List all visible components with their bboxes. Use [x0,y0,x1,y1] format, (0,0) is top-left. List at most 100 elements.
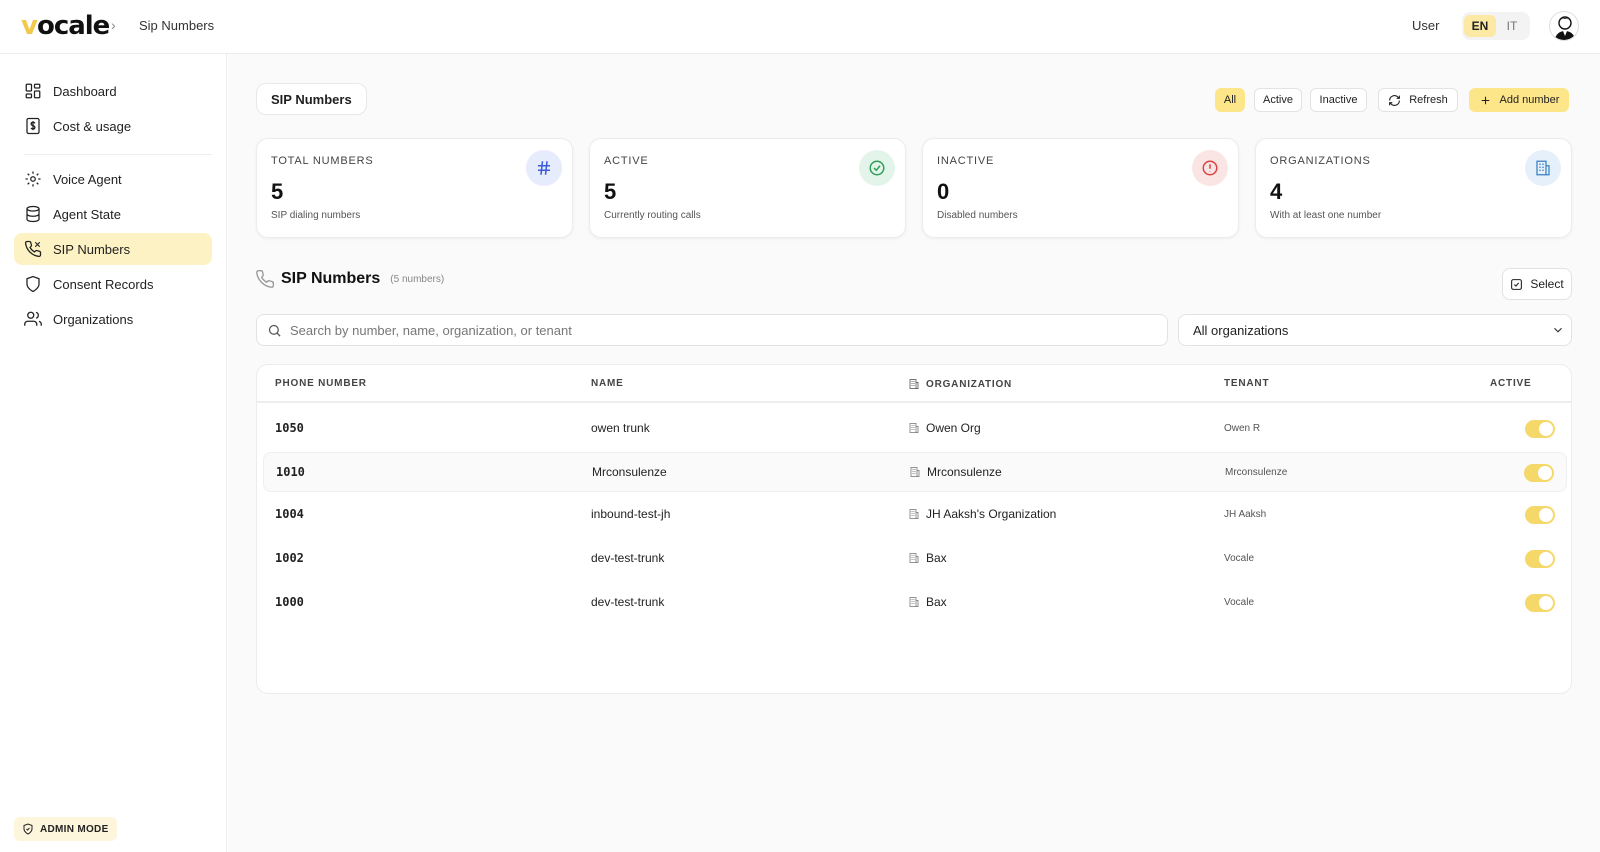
row-organization: Bax [908,595,947,609]
organization-name: Owen Org [926,421,981,435]
row-tenant: Owen R [1224,423,1261,434]
select-button[interactable]: Select [1502,268,1572,300]
sidebar-item-label: Organizations [53,311,134,327]
breadcrumb[interactable]: Sip Numbers [139,18,214,33]
top-bar: vocale › Sip Numbers User EN IT [0,0,1600,54]
card-sub: SIP dialing numbers [271,210,361,221]
sidebar-item-voice-agent[interactable]: Voice Agent [14,163,212,195]
card-value: 5 [604,179,617,204]
alert-circle-icon [1192,150,1228,186]
column-tenant[interactable]: TENANT [1224,378,1269,389]
building-icon [1525,150,1561,186]
row-organization: Bax [908,551,947,565]
card-sub: Currently routing calls [604,210,701,221]
active-toggle[interactable] [1525,506,1555,524]
active-toggle[interactable] [1525,420,1555,438]
organization-filter-value: All organizations [1193,322,1289,338]
active-toggle[interactable] [1524,464,1554,482]
card-label: TOTAL NUMBERS [271,155,374,167]
sidebar-item-consent-records[interactable]: Consent Records [14,268,212,300]
organization-name: JH Aaksh's Organization [926,507,1057,521]
table-row[interactable]: 1050 owen trunk Owen Org Owen R [263,409,1567,449]
building-icon [909,553,919,563]
user-label: User [1412,18,1440,33]
column-phone-number[interactable]: PHONE NUMBER [275,378,367,389]
card-sub: With at least one number [1270,210,1382,221]
active-toggle[interactable] [1525,550,1555,568]
dollar-icon [26,117,40,135]
building-icon [909,379,919,389]
card-sub: Disabled numbers [937,210,1018,221]
row-organization: Owen Org [908,421,981,435]
phone-icon [24,240,42,258]
language-it-button[interactable]: IT [1496,15,1528,37]
building-icon [909,509,919,519]
refresh-label: Refresh [1409,94,1448,106]
table-header: PHONE NUMBER NAME ORGANIZATION TENANT AC… [257,365,1571,403]
card-value: 5 [271,179,284,204]
row-name: Mrconsulenze [592,465,667,479]
table-row[interactable]: 1010 Mrconsulenze Mrconsulenze Mrconsule… [263,452,1567,492]
check-circle-icon [859,150,895,186]
stat-card-inactive: INACTIVE 0 Disabled numbers [922,138,1239,238]
select-label: Select [1530,277,1564,291]
row-name: owen trunk [591,421,650,435]
active-toggle[interactable] [1525,594,1555,612]
refresh-icon [1389,94,1401,106]
vocale-logo[interactable]: vocale [21,12,110,40]
filter-inactive-button[interactable]: Inactive [1310,88,1367,112]
column-active[interactable]: ACTIVE [1490,378,1531,389]
language-en-button[interactable]: EN [1464,15,1496,37]
card-label: INACTIVE [937,155,995,167]
refresh-button[interactable]: Refresh [1378,88,1458,112]
organization-name: Bax [926,551,947,565]
phone-number: 1050 [275,421,304,435]
sidebar-item-cost-usage[interactable]: Cost & usage [14,110,212,142]
section-count: (5 numbers) [390,273,445,285]
column-organization-label: ORGANIZATION [926,378,1013,390]
sidebar-item-dashboard[interactable]: Dashboard [14,75,212,107]
column-organization[interactable]: ORGANIZATION [908,378,1012,390]
row-tenant: Mrconsulenze [1225,467,1288,478]
table-row[interactable]: 1000 dev-test-trunk Bax Vocale [263,583,1567,623]
chevron-down-icon [1554,327,1562,333]
sidebar-item-label: Voice Agent [53,171,122,187]
phone-number: 1002 [275,551,304,565]
organization-filter-select[interactable]: All organizations [1178,314,1572,346]
building-icon [909,597,919,607]
row-organization: JH Aaksh's Organization [908,507,1056,521]
sidebar-item-organizations[interactable]: Organizations [14,303,212,335]
add-number-button[interactable]: Add number [1469,88,1569,112]
row-tenant: Vocale [1224,597,1255,608]
gear-icon [25,171,41,187]
main-content: SIP Numbers All Active Inactive Refresh … [228,54,1600,852]
row-name: inbound-test-jh [591,507,671,521]
hash-icon [526,150,562,186]
table-row[interactable]: 1002 dev-test-trunk Bax Vocale [263,539,1567,579]
sidebar-item-label: Consent Records [53,276,154,292]
column-name[interactable]: NAME [591,378,624,389]
table-row[interactable]: 1004 inbound-test-jh JH Aaksh's Organiza… [263,495,1567,535]
building-icon [909,423,919,433]
stat-card-total: TOTAL NUMBERS 5 SIP dialing numbers [256,138,573,238]
shield-check-icon [23,823,33,835]
sidebar-divider [24,154,212,155]
building-icon [910,467,920,477]
plus-icon [1481,96,1489,104]
phone-number: 1000 [275,595,304,609]
sidebar-item-label: SIP Numbers [53,241,131,257]
avatar[interactable] [1549,11,1579,41]
row-name: dev-test-trunk [591,595,665,609]
search-icon [268,324,281,337]
phone-number: 1004 [275,507,304,521]
filter-all-button[interactable]: All [1215,88,1245,112]
search-input[interactable] [290,322,1150,338]
checkbox-icon [1511,278,1523,290]
row-name: dev-test-trunk [591,551,665,565]
filter-active-button[interactable]: Active [1254,88,1302,112]
card-value: 4 [1270,179,1283,204]
sidebar-item-agent-state[interactable]: Agent State [14,198,212,230]
chevron-right-icon: › [111,17,116,33]
sidebar-item-sip-numbers[interactable]: SIP Numbers [14,233,212,265]
row-organization: Mrconsulenze [909,465,1002,479]
